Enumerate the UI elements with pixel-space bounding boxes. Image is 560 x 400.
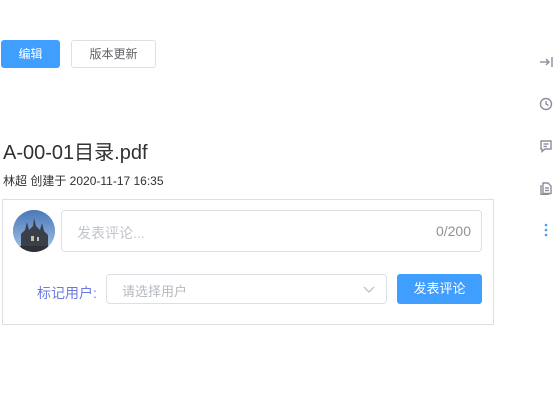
user-select-placeholder: 请选择用户: [122, 284, 188, 299]
document-icon[interactable]: [536, 178, 556, 198]
edit-button[interactable]: 编辑: [1, 40, 60, 68]
document-meta: 林超 创建于 2020-11-17 16:35: [3, 174, 164, 188]
chevron-down-icon: [362, 283, 376, 301]
comment-panel: 发表评论... 0/200 标记用户: 请选择用户 发表评论: [2, 199, 494, 325]
mark-user-label: 标记用户:: [37, 285, 97, 301]
more-vertical-icon[interactable]: [536, 220, 556, 240]
comment-textarea[interactable]: 发表评论... 0/200: [61, 210, 482, 252]
user-select[interactable]: 请选择用户: [106, 274, 387, 304]
comment-placeholder: 发表评论...: [77, 225, 145, 241]
post-comment-button[interactable]: 发表评论: [397, 274, 482, 304]
collapse-right-icon[interactable]: [536, 52, 556, 72]
character-counter: 0/200: [435, 223, 471, 239]
version-update-button[interactable]: 版本更新: [71, 40, 156, 68]
avatar: [13, 210, 55, 252]
document-title: A-00-01目录.pdf: [3, 142, 148, 164]
clock-icon[interactable]: [536, 94, 556, 114]
comment-icon[interactable]: [536, 136, 556, 156]
